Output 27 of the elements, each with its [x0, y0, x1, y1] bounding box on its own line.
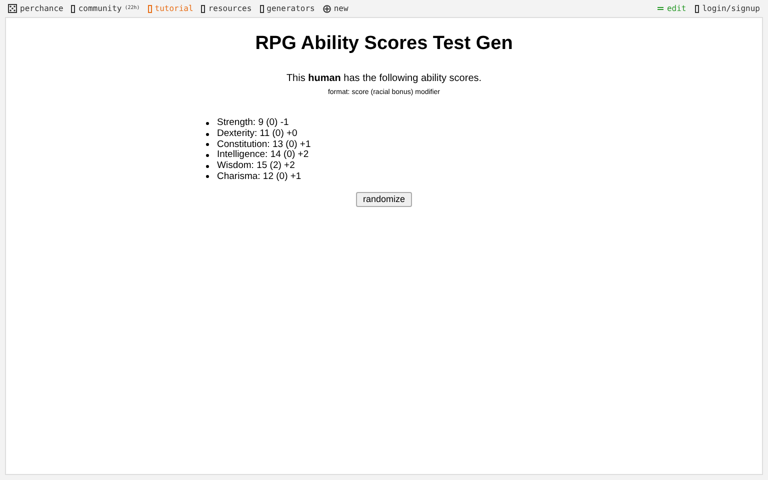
- score-text: Wisdom: 15 (2) +2: [217, 159, 295, 172]
- box-icon: [148, 4, 152, 12]
- nav-link[interactable]: generators: [260, 2, 315, 14]
- intro-text: This human has the following ability scores.: [286, 72, 482, 86]
- score-text: Constitution: 13 (0) +1: [217, 138, 311, 150]
- score-text: Dexterity: 11 (0) +0: [217, 127, 298, 140]
- box-icon: [201, 4, 206, 12]
- bullet-icon: [206, 154, 209, 157]
- score-text: Charisma: 12 (0) +1: [217, 170, 302, 184]
- bullet-icon: [206, 175, 209, 178]
- dice-icon: [8, 4, 17, 13]
- bullet-icon: [206, 164, 209, 168]
- randomize-button[interactable]: randomize: [356, 192, 412, 208]
- score-text: Intelligence: 14 (0) +2: [217, 149, 309, 161]
- bullet-icon: [206, 132, 209, 136]
- bullet-icon: [206, 122, 209, 125]
- nav-link[interactable]: perchance: [8, 2, 64, 14]
- bullet-icon: [206, 143, 209, 146]
- nav-link[interactable]: new: [322, 2, 348, 14]
- box-icon: [260, 4, 264, 12]
- score-text: Strength: 9 (0) -1: [217, 116, 289, 129]
- box-icon: [695, 4, 700, 12]
- nav-link[interactable]: login/signup: [695, 2, 760, 14]
- page-title: RPG Ability Scores Test Gen: [255, 32, 513, 56]
- nav-link[interactable]: resources: [201, 2, 252, 14]
- box-icon: [71, 4, 76, 12]
- plus-circle-icon: [322, 4, 331, 12]
